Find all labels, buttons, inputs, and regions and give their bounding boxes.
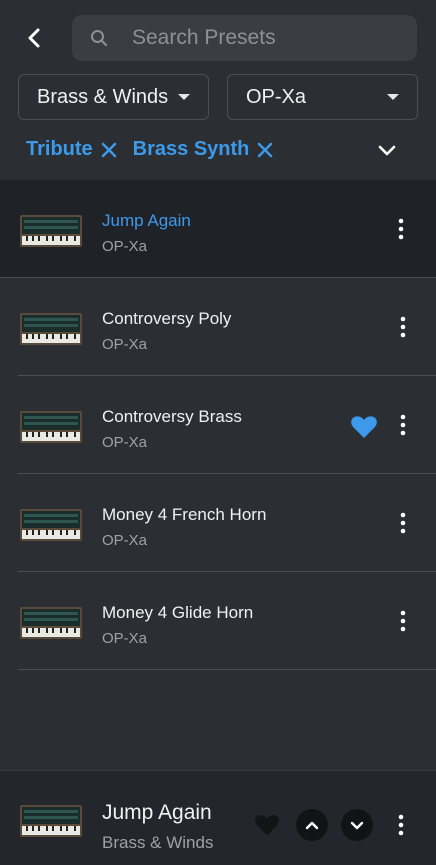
preset-name: Jump Again (102, 211, 191, 230)
filter-chip-brass-synth[interactable]: Brass Synth (133, 138, 274, 161)
synth-thumbnail-icon (20, 215, 82, 247)
synth-thumbnail-icon (20, 313, 82, 345)
chevron-left-icon (28, 28, 40, 48)
search-box[interactable] (72, 15, 417, 61)
filter-chip-label: Tribute (26, 138, 93, 160)
synth-thumbnail-icon (20, 509, 82, 541)
category-dropdown-label: Brass & Winds (37, 85, 169, 108)
instrument-dropdown[interactable]: OP-Xa (227, 74, 418, 120)
heart-icon[interactable] (350, 415, 378, 439)
preset-instrument: OP-Xa (102, 434, 148, 451)
more-vertical-icon[interactable] (398, 315, 408, 339)
preset-instrument: OP-Xa (102, 532, 148, 549)
search-input[interactable] (130, 25, 394, 51)
preset-name: Money 4 Glide Horn (102, 603, 254, 622)
close-icon[interactable] (101, 142, 117, 158)
caret-down-icon (178, 94, 190, 100)
filter-chips: Tribute Brass Synth (26, 138, 273, 161)
preset-name: Controversy Poly (102, 309, 232, 328)
more-vertical-icon[interactable] (396, 217, 406, 241)
synth-thumbnail-icon (20, 411, 82, 443)
preset-row[interactable]: Jump Again OP-Xa (0, 180, 436, 278)
chevron-down-icon[interactable] (376, 140, 398, 162)
filter-chip-label: Brass Synth (132, 138, 250, 160)
search-icon (91, 30, 107, 46)
filter-chip-tribute[interactable]: Tribute (26, 138, 117, 161)
preset-row[interactable]: Controversy Brass OP-Xa (18, 376, 436, 474)
category-dropdown[interactable]: Brass & Winds (18, 74, 209, 120)
more-vertical-icon[interactable] (398, 511, 408, 535)
now-playing-category: Brass & Winds (102, 833, 214, 852)
previous-preset-button[interactable] (296, 809, 328, 841)
preset-instrument: OP-Xa (102, 630, 148, 647)
preset-name: Money 4 French Horn (102, 505, 267, 524)
caret-down-icon (387, 94, 399, 100)
synth-thumbnail-icon (20, 607, 82, 639)
preset-instrument: OP-Xa (102, 238, 148, 255)
more-vertical-icon[interactable] (398, 609, 408, 633)
synth-thumbnail-icon (20, 805, 82, 837)
preset-row[interactable]: Controversy Poly OP-Xa (18, 278, 436, 376)
instrument-dropdown-label: OP-Xa (246, 85, 307, 108)
preset-name: Controversy Brass (102, 407, 242, 426)
heart-icon[interactable] (254, 813, 280, 837)
chevron-up-icon (305, 821, 319, 830)
now-playing-title: Jump Again (102, 801, 212, 824)
now-playing-bar: Jump Again Brass & Winds (0, 770, 436, 865)
chevron-down-icon (350, 821, 364, 830)
more-vertical-icon[interactable] (398, 413, 408, 437)
preset-row[interactable]: Money 4 French Horn OP-Xa (18, 474, 436, 572)
close-icon[interactable] (257, 142, 273, 158)
preset-list: Jump Again OP-Xa Controversy Poly OP-Xa (0, 180, 436, 770)
header: Brass & Winds OP-Xa Tribute Brass Synth (0, 0, 436, 180)
preset-row[interactable]: Money 4 Glide Horn OP-Xa (18, 572, 436, 670)
next-preset-button[interactable] (341, 809, 373, 841)
more-vertical-icon[interactable] (396, 813, 406, 837)
back-button[interactable] (18, 22, 50, 54)
preset-instrument: OP-Xa (102, 336, 148, 353)
